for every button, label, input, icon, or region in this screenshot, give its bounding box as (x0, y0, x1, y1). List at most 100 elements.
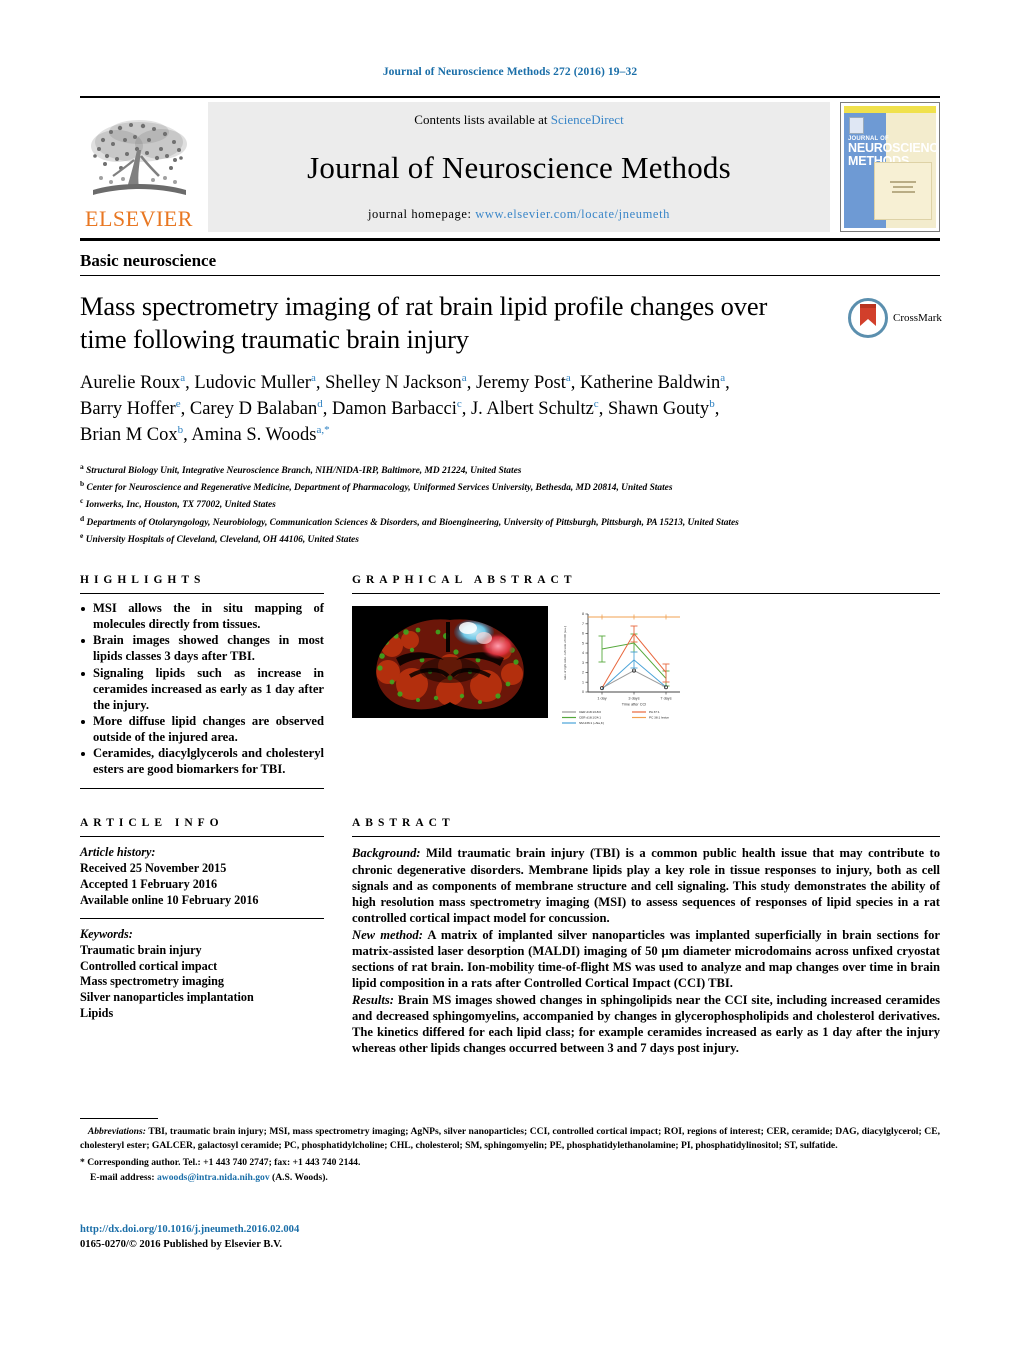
abstract-header: ABSTRACT (352, 817, 455, 830)
highlights-bottom-rule (80, 788, 324, 790)
title-block: Mass spectrometry imaging of rat brain l… (80, 290, 942, 548)
abbreviations-label: Abbreviations: (87, 1126, 146, 1137)
article-info-header: ARTICLE INFO (80, 817, 224, 830)
article-first-page: Journal of Neuroscience Methods 272 (201… (0, 0, 1020, 1351)
author-entry: J. Albert Schultzc, (471, 398, 608, 419)
author-name: Carey D Balaban (189, 398, 318, 419)
highlights-header: HIGHLIGHTS (80, 573, 206, 586)
journal-band: Contents lists available at ScienceDirec… (208, 102, 830, 232)
copyright-line: 0165-0270/© 2016 Published by Elsevier B… (80, 1239, 283, 1251)
highlights-list: MSI allows the in situ mapping of molecu… (80, 601, 324, 779)
svg-text:SM d36:1 (+Na,K): SM d36:1 (+Na,K) (579, 721, 604, 725)
affiliation-item: b Center for Neuroscience and Regenerati… (80, 478, 910, 495)
brain-msi-image (352, 605, 548, 718)
author-entry: Aurelie Rouxa, (80, 372, 195, 393)
list-item: More diffuse lipid changes are observed … (80, 714, 324, 746)
keywords-block: Keywords: Traumatic brain injury Control… (80, 927, 324, 1022)
author-sep: , (315, 372, 326, 393)
abbreviations-note: Abbreviations: TBI, traumatic brain inju… (80, 1125, 940, 1152)
affiliation-item: c Ionwerks, Inc, Houston, TX 77002, Unit… (80, 495, 910, 512)
author-name: Damon Barbacci (332, 398, 457, 419)
affiliation-mark: c (80, 496, 84, 506)
affiliation-item: a Structural Biology Unit, Integrative N… (80, 461, 910, 478)
svg-text:Time after CCI: Time after CCI (622, 702, 647, 706)
doi-link[interactable]: http://dx.doi.org/10.1016/j.jneumeth.201… (80, 1222, 299, 1237)
svg-text:3: 3 (582, 661, 584, 665)
journal-homepage: journal homepage: www.elsevier.com/locat… (368, 207, 670, 222)
affiliation-mark: a (80, 461, 84, 471)
list-item: MSI allows the in situ mapping of molecu… (80, 601, 324, 633)
affiliation-item: d Departments of Otolaryngology, Neurobi… (80, 513, 910, 530)
author-name: Barry Hoffer (80, 398, 176, 419)
svg-text:4: 4 (582, 651, 584, 655)
author-entry: Katherine Baldwina, (580, 372, 730, 393)
article-history-label: Article history: (80, 845, 156, 860)
lipid-kinetics-chart: 012 345 678 1 day 3 days 7 days Time aft… (554, 605, 694, 726)
author-sep: , (322, 398, 333, 419)
svg-text:7: 7 (582, 622, 584, 626)
journal-cover-image: JOURNAL OF NEUROSCIENCE METHODS (840, 102, 940, 232)
article-info-top-rule (80, 836, 324, 838)
author-sep: , (185, 372, 195, 393)
author-sep: , (598, 398, 608, 419)
affiliation-mark: e (80, 531, 84, 541)
masthead-bottom-rule (80, 238, 940, 241)
footnotes-block: Abbreviations: TBI, traumatic brain inju… (80, 1118, 940, 1185)
page-title: Mass spectrometry imaging of rat brain l… (80, 291, 768, 354)
affiliation-list: a Structural Biology Unit, Integrative N… (80, 461, 910, 548)
journal-masthead: ELSEVIER Contents lists available at Sci… (80, 96, 940, 232)
author-entry: Jeremy Posta, (476, 372, 581, 393)
affiliation-text: Ionwerks, Inc, Houston, TX 77002, United… (85, 500, 276, 511)
author-entry: Amina S. Woodsa,* (191, 424, 330, 445)
graphical-abstract-column: GRAPHICAL ABSTRACT 0 1 2 3 4 5 6 7 8 1 d… (352, 574, 940, 790)
affiliation-mark: d (80, 513, 85, 523)
contents-prefix: Contents lists available at (414, 112, 551, 127)
author-entry: Barry Hoffere, (80, 398, 190, 419)
journal-title: Journal of Neuroscience Methods (307, 149, 731, 185)
abstract-top-rule (352, 836, 940, 838)
svg-text:8: 8 (582, 612, 584, 616)
graphical-abstract-top-rule (352, 592, 940, 594)
abstract-paragraph: New method: A matrix of implanted silver… (352, 927, 940, 992)
footer-block: http://dx.doi.org/10.1016/j.jneumeth.201… (80, 1222, 299, 1253)
homepage-url[interactable]: www.elsevier.com/locate/jneumeth (475, 207, 670, 221)
affiliation-text: Structural Biology Unit, Integrative Neu… (86, 465, 522, 476)
section-rule (80, 275, 940, 276)
author-sep: , (570, 372, 581, 393)
footnote-rule (80, 1118, 158, 1119)
keyword-item: Traumatic brain injury (80, 942, 202, 957)
abstract-column: ABSTRACT Background: Mild traumatic brai… (352, 817, 940, 1056)
author-mark: a,* (316, 424, 330, 437)
keyword-item: Mass spectrometry imaging (80, 974, 224, 989)
elsevier-logo: ELSEVIER (80, 102, 198, 232)
abstract-lead: New method: (352, 927, 423, 942)
abbreviations-text: TBI, traumatic brain injury; MSI, mass s… (80, 1126, 940, 1151)
contents-line: Contents lists available at ScienceDirec… (414, 112, 623, 128)
abstract-body: Background: Mild traumatic brain injury … (352, 845, 940, 1056)
author-entry: Carey D Balaband, (189, 398, 333, 419)
article-history-item: Received 25 November 2015 (80, 861, 227, 876)
crossmark-badge[interactable]: CrossMark (848, 296, 942, 340)
running-head: Journal of Neuroscience Methods 272 (201… (382, 66, 638, 78)
article-section-kind: Basic neuroscience (80, 251, 217, 270)
email-link[interactable]: awoods@intra.nida.nih.gov (157, 1172, 270, 1183)
svg-text:3 days: 3 days (628, 696, 639, 700)
email-label: E-mail address: (90, 1171, 155, 1183)
elsevier-tree-icon (91, 120, 187, 195)
author-name: Aurelie Roux (80, 372, 181, 393)
abstract-lead: Background: (352, 846, 421, 861)
keyword-item: Silver nanoparticles implantation (80, 990, 254, 1005)
info-and-abstract: ARTICLE INFO Article history: Received 2… (80, 817, 940, 1056)
list-item: Brain images showed changes in most lipi… (80, 633, 324, 665)
affiliation-text: University Hospitals of Cleveland, Cleve… (85, 535, 359, 546)
article-info-column: ARTICLE INFO Article history: Received 2… (80, 817, 324, 1056)
highlights-and-graphical-abstract: HIGHLIGHTS MSI allows the in situ mappin… (80, 574, 940, 790)
highlights-column: HIGHLIGHTS MSI allows the in situ mappin… (80, 574, 324, 790)
svg-text:6: 6 (582, 631, 584, 635)
cover-line-2: NEUROSCIENCE (848, 141, 940, 156)
sciencedirect-link[interactable]: ScienceDirect (551, 112, 624, 127)
author-name: Brian M Cox (80, 425, 178, 446)
author-entry: Brian M Coxb, (80, 424, 191, 446)
keywords-label: Keywords: (80, 926, 133, 941)
author-sep: , (714, 398, 720, 419)
